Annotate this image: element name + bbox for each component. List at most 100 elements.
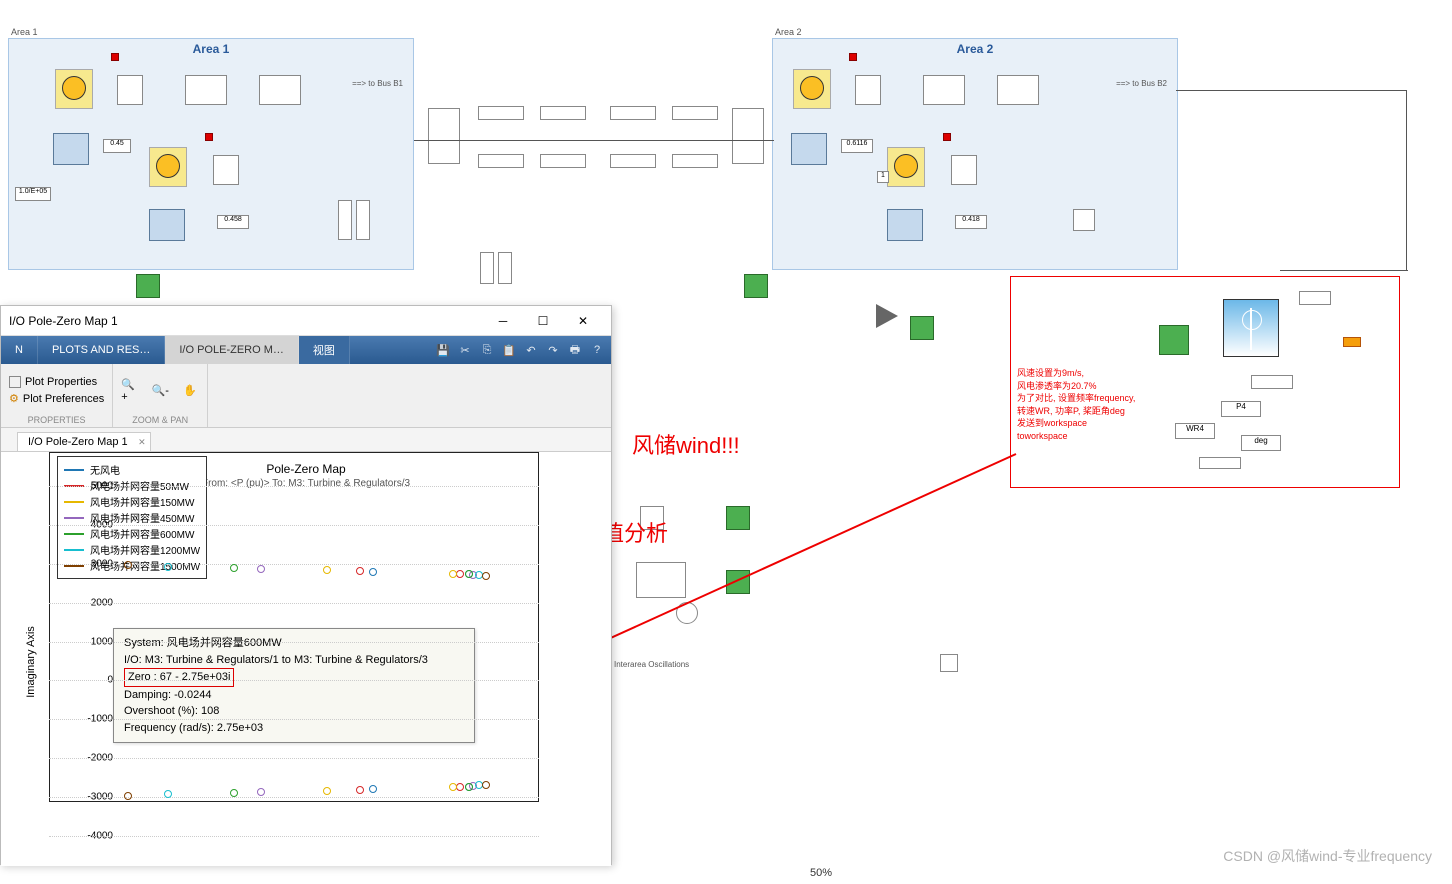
- area1-box[interactable]: Area 1 Area 1 0.45 1.0/E+05 0.458 ==> to…: [8, 38, 414, 270]
- plot-preferences-item[interactable]: ⚙Plot Preferences: [9, 392, 104, 405]
- redo-icon[interactable]: ↷: [545, 342, 561, 358]
- line-segment[interactable]: [478, 106, 524, 120]
- legend-item[interactable]: 无风电: [64, 462, 200, 477]
- plot-properties-item[interactable]: Plot Properties: [9, 376, 104, 388]
- legend-item[interactable]: 风电场并网容量150MW: [64, 494, 200, 509]
- zoom-in-icon[interactable]: 🔍+: [121, 382, 139, 400]
- deg-block[interactable]: deg: [1241, 435, 1281, 451]
- scope-block[interactable]: [136, 274, 160, 298]
- generator-m1[interactable]: [55, 69, 93, 109]
- maximize-button[interactable]: ☐: [523, 307, 563, 335]
- terminator-block[interactable]: [1343, 337, 1361, 347]
- zero-marker[interactable]: [449, 783, 457, 791]
- zero-marker[interactable]: [449, 570, 457, 578]
- line-segment[interactable]: [672, 106, 718, 120]
- generator-m2[interactable]: [149, 147, 187, 187]
- controller-block[interactable]: [887, 209, 923, 241]
- line-segment[interactable]: [672, 154, 718, 168]
- value-box: 0.6116: [841, 139, 873, 153]
- wind-turbine-block[interactable]: [1223, 299, 1279, 357]
- block[interactable]: [498, 252, 512, 284]
- block[interactable]: [1299, 291, 1331, 305]
- zoom-out-icon[interactable]: 🔍-: [151, 382, 169, 400]
- zero-marker[interactable]: [124, 792, 132, 800]
- zero-marker[interactable]: [230, 789, 238, 797]
- scope-block[interactable]: [726, 506, 750, 530]
- line-segment[interactable]: [610, 154, 656, 168]
- bus-block[interactable]: [732, 108, 764, 164]
- pan-icon[interactable]: ✋: [181, 382, 199, 400]
- cut-icon[interactable]: ✂: [457, 342, 473, 358]
- legend-item[interactable]: 风电场并网容量1200MW: [64, 542, 200, 557]
- line-segment[interactable]: [540, 154, 586, 168]
- zero-marker[interactable]: [369, 568, 377, 576]
- save-icon[interactable]: 💾: [435, 342, 451, 358]
- zero-marker[interactable]: [257, 788, 265, 796]
- zero-marker[interactable]: [257, 565, 265, 573]
- ribbon-tab-polezero[interactable]: I/O POLE-ZERO M…: [165, 336, 299, 364]
- generator-m4[interactable]: [887, 147, 925, 187]
- undo-icon[interactable]: ↶: [523, 342, 539, 358]
- block[interactable]: [213, 155, 239, 185]
- bus-block[interactable]: [428, 108, 460, 164]
- zero-marker[interactable]: [482, 572, 490, 580]
- block[interactable]: [259, 75, 301, 105]
- p4-block[interactable]: P4: [1221, 401, 1261, 417]
- block[interactable]: [185, 75, 227, 105]
- scope-block[interactable]: [1159, 325, 1189, 355]
- zero-marker[interactable]: [465, 783, 473, 791]
- polezero-window[interactable]: I/O Pole-Zero Map 1 ─ ☐ ✕ N PLOTS AND RE…: [0, 305, 612, 865]
- block[interactable]: [480, 252, 494, 284]
- titlebar[interactable]: I/O Pole-Zero Map 1 ─ ☐ ✕: [1, 306, 611, 336]
- zero-marker[interactable]: [164, 563, 172, 571]
- block[interactable]: [855, 75, 881, 105]
- controller-block[interactable]: [791, 133, 827, 165]
- zero-marker[interactable]: [369, 785, 377, 793]
- zero-marker[interactable]: [465, 570, 473, 578]
- controller-block[interactable]: [149, 209, 185, 241]
- subsystem-block[interactable]: [636, 562, 686, 598]
- copy-icon[interactable]: ⎘: [479, 342, 495, 358]
- block[interactable]: [1199, 457, 1241, 469]
- area2-box[interactable]: Area 2 Area 2 0.6116 0.418 1 ==> to Bus …: [772, 38, 1178, 270]
- help-icon[interactable]: ?: [589, 342, 605, 358]
- print-icon[interactable]: 🖶: [567, 342, 583, 358]
- block[interactable]: [940, 654, 958, 672]
- block[interactable]: [338, 200, 352, 240]
- minimize-button[interactable]: ─: [483, 307, 523, 335]
- line-segment[interactable]: [478, 154, 524, 168]
- zero-marker[interactable]: [356, 567, 364, 575]
- plot-area[interactable]: Pole-Zero Map From: <P (pu)> To: M3: Tur…: [1, 452, 611, 866]
- toworkspace-block[interactable]: [1251, 375, 1293, 389]
- scope-block[interactable]: [910, 316, 934, 340]
- zero-marker[interactable]: [356, 786, 364, 794]
- zero-marker[interactable]: [482, 781, 490, 789]
- doc-tab[interactable]: I/O Pole-Zero Map 1✕: [17, 432, 151, 451]
- scope-block[interactable]: [744, 274, 768, 298]
- paste-icon[interactable]: 📋: [501, 342, 517, 358]
- block[interactable]: [1073, 209, 1095, 231]
- close-tab-icon[interactable]: ✕: [138, 437, 146, 448]
- sum-block[interactable]: [676, 602, 698, 624]
- close-button[interactable]: ✕: [563, 307, 603, 335]
- block[interactable]: [356, 200, 370, 240]
- block[interactable]: [951, 155, 977, 185]
- ribbon-tab-plots[interactable]: PLOTS AND RES…: [38, 336, 165, 364]
- block[interactable]: [997, 75, 1039, 105]
- zero-marker[interactable]: [323, 787, 331, 795]
- transformer-block[interactable]: [117, 75, 143, 105]
- line-segment[interactable]: [540, 106, 586, 120]
- ribbon-tab-view[interactable]: 视图: [299, 336, 350, 364]
- controller-block[interactable]: [53, 133, 89, 165]
- wind-storage-area[interactable]: P4 WR4 deg 风速设置为9m/s, 风电渗透率为20.7% 为了对比, …: [1010, 276, 1400, 488]
- generator-m3[interactable]: [793, 69, 831, 109]
- zero-marker[interactable]: [230, 564, 238, 572]
- scope-block[interactable]: [726, 570, 750, 594]
- zero-marker[interactable]: [164, 790, 172, 798]
- ribbon-tab-n[interactable]: N: [1, 336, 38, 364]
- line-segment[interactable]: [610, 106, 656, 120]
- wr4-block[interactable]: WR4: [1175, 423, 1215, 439]
- zero-marker[interactable]: [323, 566, 331, 574]
- block[interactable]: [923, 75, 965, 105]
- zero-marker[interactable]: [124, 561, 132, 569]
